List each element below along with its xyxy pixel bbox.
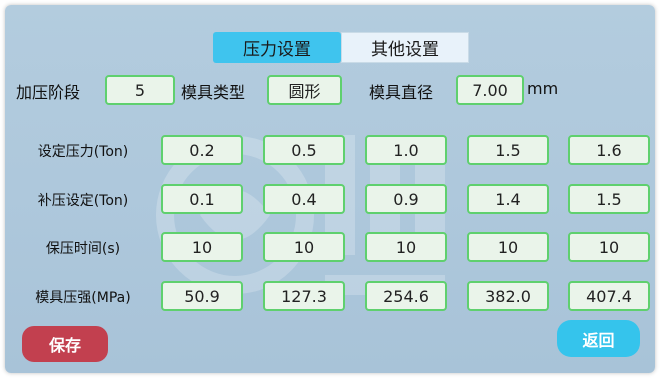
hold-time-stage-1[interactable]: 10 xyxy=(161,232,243,262)
back-button[interactable]: 返回 xyxy=(557,320,640,357)
mold-pressure-stage-5: 407.4 xyxy=(568,281,650,311)
tab-pressure-settings[interactable]: 压力设置 xyxy=(213,32,341,63)
pressure-settings-screen: 压力设置 其他设置 加压阶段 5 模具类型 圆形 模具直径 7.00 mm 设定… xyxy=(5,5,655,373)
diameter-unit: mm xyxy=(527,79,559,98)
set-pressure-stage-1[interactable]: 0.2 xyxy=(161,135,243,165)
set-pressure-stage-4[interactable]: 1.5 xyxy=(467,135,549,165)
supplement-pressure-stage-2[interactable]: 0.4 xyxy=(263,184,345,214)
supplement-pressure-stage-3[interactable]: 0.9 xyxy=(365,184,447,214)
supplement-pressure-stage-4[interactable]: 1.4 xyxy=(467,184,549,214)
mold-pressure-stage-1: 50.9 xyxy=(161,281,243,311)
hold-time-stage-2[interactable]: 10 xyxy=(263,232,345,262)
mold-type-label: 模具类型 xyxy=(181,83,246,102)
hold-time-stage-4[interactable]: 10 xyxy=(467,232,549,262)
hold-time-label: 保压时间(s) xyxy=(45,241,121,257)
supplement-pressure-stage-1[interactable]: 0.1 xyxy=(161,184,243,214)
mold-pressure-stage-3: 254.6 xyxy=(365,281,447,311)
hold-time-stage-5[interactable]: 10 xyxy=(568,232,650,262)
mold-pressure-stage-2: 127.3 xyxy=(263,281,345,311)
supplement-pressure-stage-5[interactable]: 1.5 xyxy=(568,184,650,214)
set-pressure-stage-5[interactable]: 1.6 xyxy=(568,135,650,165)
save-button[interactable]: 保存 xyxy=(22,326,108,362)
mold-pressure-label: 模具压强(MPa) xyxy=(35,290,131,306)
stage-label: 加压阶段 xyxy=(16,83,81,102)
set-pressure-stage-2[interactable]: 0.5 xyxy=(263,135,345,165)
set-pressure-stage-3[interactable]: 1.0 xyxy=(365,135,447,165)
stage-input[interactable]: 5 xyxy=(105,75,175,105)
diameter-input[interactable]: 7.00 xyxy=(456,75,524,105)
mold-type-select[interactable]: 圆形 xyxy=(267,75,342,105)
diameter-label: 模具直径 xyxy=(369,83,434,102)
hold-time-stage-3[interactable]: 10 xyxy=(365,232,447,262)
supplement-pressure-label: 补压设定(Ton) xyxy=(37,193,129,209)
tab-other-settings[interactable]: 其他设置 xyxy=(341,32,469,63)
mold-pressure-stage-4: 382.0 xyxy=(467,281,549,311)
set-pressure-label: 设定压力(Ton) xyxy=(37,144,129,160)
